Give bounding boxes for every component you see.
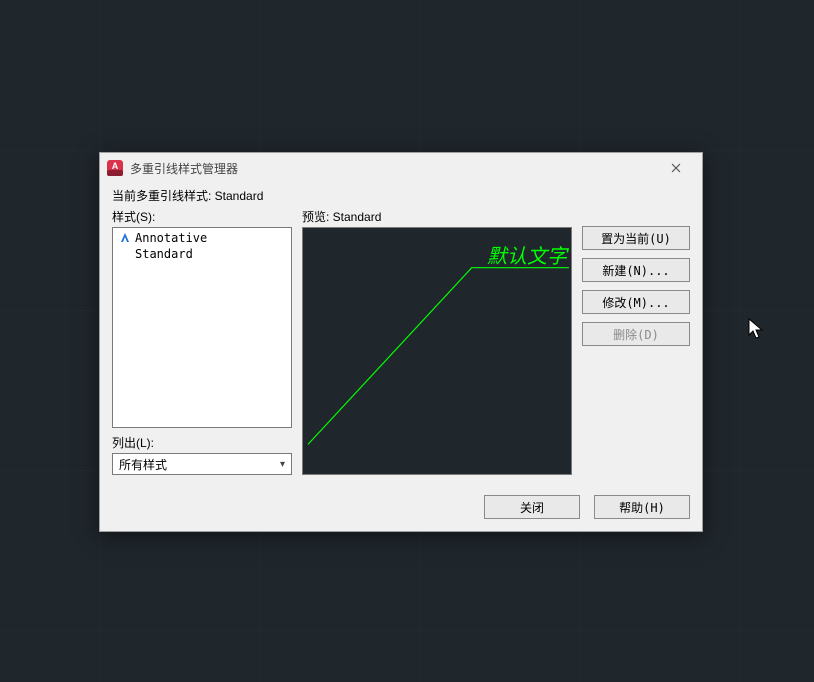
titlebar[interactable]: A 多重引线样式管理器 bbox=[100, 153, 702, 183]
actions-column: 置为当前(U) 新建(N)... 修改(M)... 删除(D) bbox=[582, 208, 690, 475]
styles-column: 样式(S): Annotative Standard bbox=[112, 208, 292, 475]
preview-style-name: Standard bbox=[333, 210, 382, 224]
autocad-icon: A bbox=[106, 159, 124, 177]
help-button[interactable]: 帮助(H) bbox=[594, 495, 690, 519]
delete-button: 删除(D) bbox=[582, 322, 690, 346]
dialog-title: 多重引线样式管理器 bbox=[130, 160, 658, 177]
list-item-label: Standard bbox=[135, 247, 193, 261]
modify-button[interactable]: 修改(M)... bbox=[582, 290, 690, 314]
preview-box: 默认文字 bbox=[302, 227, 572, 475]
chevron-down-icon: ▾ bbox=[280, 459, 285, 470]
preview-default-text: 默认文字 bbox=[487, 240, 567, 269]
list-item-label: Annotative bbox=[135, 231, 207, 245]
list-item[interactable]: Standard bbox=[113, 246, 291, 262]
svg-text:A: A bbox=[112, 161, 119, 171]
filter-value: 所有样式 bbox=[119, 456, 167, 473]
current-style-prefix: 当前多重引线样式: bbox=[112, 189, 215, 203]
dialog-footer: 关闭 帮助(H) bbox=[100, 485, 702, 531]
mleader-style-manager-dialog: A 多重引线样式管理器 当前多重引线样式: Standard 样式(S): bbox=[99, 152, 703, 532]
current-style-name: Standard bbox=[215, 189, 264, 203]
close-button[interactable]: 关闭 bbox=[484, 495, 580, 519]
preview-label: 预览: Standard bbox=[302, 208, 572, 225]
filter-label: 列出(L): bbox=[112, 434, 292, 451]
annotative-icon bbox=[119, 232, 131, 244]
preview-column: 预览: Standard 默认文字 bbox=[302, 208, 572, 475]
current-style-label: 当前多重引线样式: Standard bbox=[112, 187, 690, 204]
styles-label: 样式(S): bbox=[112, 208, 292, 225]
set-current-button[interactable]: 置为当前(U) bbox=[582, 226, 690, 250]
close-icon[interactable] bbox=[658, 155, 694, 181]
new-button[interactable]: 新建(N)... bbox=[582, 258, 690, 282]
preview-prefix: 预览: bbox=[302, 210, 333, 224]
list-item[interactable]: Annotative bbox=[113, 230, 291, 246]
styles-listbox[interactable]: Annotative Standard bbox=[112, 227, 292, 428]
dialog-body: 当前多重引线样式: Standard 样式(S): Annotative bbox=[100, 183, 702, 485]
filter-select[interactable]: 所有样式 ▾ bbox=[112, 453, 292, 475]
